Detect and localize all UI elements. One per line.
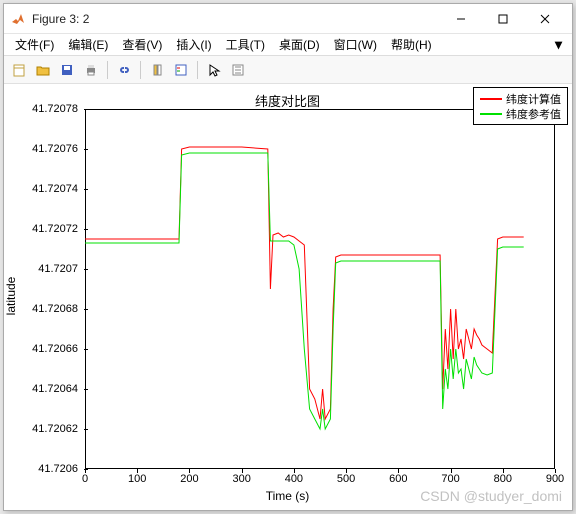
xtick-label: 900 <box>546 473 564 485</box>
ytick-label: 41.72078 <box>32 103 78 115</box>
colorbar-button[interactable] <box>146 59 168 81</box>
edit-plot-button[interactable] <box>227 59 249 81</box>
legend-button[interactable] <box>170 59 192 81</box>
matlab-icon <box>10 11 26 27</box>
legend-entry-0: 纬度计算值 <box>480 91 561 106</box>
series-1 <box>85 153 524 429</box>
y-axis-label: latitude <box>4 277 18 316</box>
close-button[interactable] <box>524 5 566 33</box>
print-button[interactable] <box>80 59 102 81</box>
minimize-button[interactable] <box>440 5 482 33</box>
ytick-label: 41.72074 <box>32 183 78 195</box>
menubar: 文件(F) 编辑(E) 查看(V) 插入(I) 工具(T) 桌面(D) 窗口(W… <box>4 34 572 56</box>
toolbar <box>4 56 572 84</box>
legend-entry-1: 纬度参考值 <box>480 106 561 121</box>
series-0 <box>85 147 524 419</box>
ytick-label: 41.72076 <box>32 143 78 155</box>
xtick-label: 700 <box>441 473 459 485</box>
xtick-label: 500 <box>337 473 355 485</box>
link-button[interactable] <box>113 59 135 81</box>
xtick-label: 0 <box>82 473 88 485</box>
ytick-label: 41.72064 <box>32 383 78 395</box>
x-axis-label: Time (s) <box>5 489 570 503</box>
plot-area: 纬度对比图 纬度计算值 纬度参考值 latitude Time (s) 41.7… <box>5 85 570 508</box>
open-button[interactable] <box>32 59 54 81</box>
legend[interactable]: 纬度计算值 纬度参考值 <box>473 87 568 125</box>
menu-view[interactable]: 查看(V) <box>115 34 169 55</box>
xtick-label: 400 <box>285 473 303 485</box>
menu-tools[interactable]: 工具(T) <box>219 34 272 55</box>
xtick-label: 100 <box>128 473 146 485</box>
xtick-label: 300 <box>232 473 250 485</box>
menu-corner-icon[interactable]: ▾ <box>549 36 568 53</box>
xtick-label: 600 <box>389 473 407 485</box>
menu-desktop[interactable]: 桌面(D) <box>272 34 327 55</box>
menu-window[interactable]: 窗口(W) <box>327 34 384 55</box>
figure-window: Figure 3: 2 文件(F) 编辑(E) 查看(V) 插入(I) 工具(T… <box>3 3 573 511</box>
xtick-label: 200 <box>180 473 198 485</box>
menu-insert[interactable]: 插入(I) <box>169 34 218 55</box>
menu-help[interactable]: 帮助(H) <box>384 34 439 55</box>
ytick-label: 41.7206 <box>38 463 78 475</box>
ytick-label: 41.72066 <box>32 343 78 355</box>
chart-svg <box>85 109 555 469</box>
maximize-button[interactable] <box>482 5 524 33</box>
ytick-label: 41.72072 <box>32 223 78 235</box>
menu-file[interactable]: 文件(F) <box>8 34 61 55</box>
ytick-label: 41.72068 <box>32 303 78 315</box>
ytick-label: 41.72062 <box>32 423 78 435</box>
ytick-label: 41.7207 <box>38 263 78 275</box>
new-figure-button[interactable] <box>8 59 30 81</box>
titlebar[interactable]: Figure 3: 2 <box>4 4 572 34</box>
menu-edit[interactable]: 编辑(E) <box>61 34 115 55</box>
window-title: Figure 3: 2 <box>32 12 440 26</box>
xtick-label: 800 <box>494 473 512 485</box>
save-button[interactable] <box>56 59 78 81</box>
pointer-button[interactable] <box>203 59 225 81</box>
